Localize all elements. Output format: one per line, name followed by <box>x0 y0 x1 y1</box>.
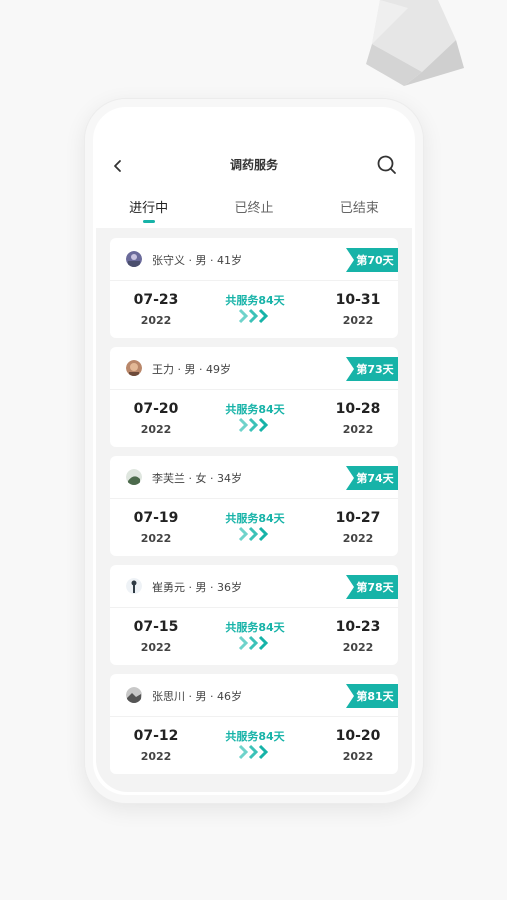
avatar <box>126 251 142 267</box>
service-list: 张守义 · 男 · 41岁 第70天 07-23 2022 共服务84天 10-… <box>96 228 412 792</box>
end-date: 10-23 <box>335 619 381 635</box>
end-year: 2022 <box>342 314 374 327</box>
avatar <box>126 687 142 703</box>
start-year: 2022 <box>140 423 172 436</box>
start-year: 2022 <box>140 641 172 654</box>
patient-info: 崔勇元 · 男 · 36岁 <box>152 581 242 594</box>
day-badge: 第70天 <box>346 248 398 272</box>
decorative-origami-shape <box>366 0 464 86</box>
start-date: 07-15 <box>133 619 179 635</box>
avatar <box>126 360 142 376</box>
triple-chevron-right-icon <box>238 308 269 324</box>
start-date: 07-19 <box>133 510 179 526</box>
start-year: 2022 <box>140 532 172 545</box>
divider <box>110 607 398 608</box>
day-badge: 第73天 <box>346 357 398 381</box>
search-icon <box>377 155 396 174</box>
service-duration: 共服务84天 <box>225 294 285 307</box>
patient-info: 王力 · 男 · 49岁 <box>152 363 231 376</box>
triple-chevron-right-icon <box>238 417 269 433</box>
divider <box>110 716 398 717</box>
page-title: 调药服务 <box>229 158 278 172</box>
avatar <box>126 578 142 594</box>
end-date: 10-27 <box>335 510 381 526</box>
service-duration: 共服务84天 <box>225 730 285 743</box>
patient-info: 张守义 · 男 · 41岁 <box>152 254 242 267</box>
start-year: 2022 <box>140 750 172 763</box>
tab-in-progress[interactable]: 进行中 <box>96 194 201 226</box>
triple-chevron-right-icon <box>238 526 269 542</box>
end-year: 2022 <box>342 423 374 436</box>
end-year: 2022 <box>342 750 374 763</box>
end-date: 10-31 <box>335 292 381 308</box>
end-date: 10-28 <box>335 401 381 417</box>
service-card[interactable]: 崔勇元 · 男 · 36岁 第78天 07-15 2022 共服务84天 10-… <box>110 565 398 665</box>
day-badge: 第74天 <box>346 466 398 490</box>
tab-finished[interactable]: 已结束 <box>307 194 412 226</box>
start-date: 07-20 <box>133 401 179 417</box>
day-badge: 第78天 <box>346 575 398 599</box>
service-duration: 共服务84天 <box>225 621 285 634</box>
app-screen: 调药服务 进行中 已终止 已结束 张守义 · 男 · 41岁 第70天 07-2… <box>96 110 412 792</box>
service-card[interactable]: 王力 · 男 · 49岁 第73天 07-20 2022 共服务84天 10-2… <box>110 347 398 447</box>
search-button[interactable] <box>374 152 400 178</box>
patient-info: 李芙兰 · 女 · 34岁 <box>152 472 242 485</box>
service-card[interactable]: 张守义 · 男 · 41岁 第70天 07-23 2022 共服务84天 10-… <box>110 238 398 338</box>
patient-info: 张思川 · 男 · 46岁 <box>152 690 242 703</box>
divider <box>110 389 398 390</box>
service-card[interactable]: 张思川 · 男 · 46岁 第81天 07-12 2022 共服务84天 10-… <box>110 674 398 774</box>
divider <box>110 280 398 281</box>
start-date: 07-12 <box>133 728 179 744</box>
service-duration: 共服务84天 <box>225 512 285 525</box>
start-year: 2022 <box>140 314 172 327</box>
triple-chevron-right-icon <box>238 635 269 651</box>
tab-terminated[interactable]: 已终止 <box>201 194 306 226</box>
end-year: 2022 <box>342 532 374 545</box>
status-tabs: 进行中 已终止 已结束 <box>96 194 412 226</box>
avatar <box>126 469 142 485</box>
start-date: 07-23 <box>133 292 179 308</box>
nav-header: 调药服务 <box>96 148 412 184</box>
service-card[interactable]: 李芙兰 · 女 · 34岁 第74天 07-19 2022 共服务84天 10-… <box>110 456 398 556</box>
end-date: 10-20 <box>335 728 381 744</box>
service-duration: 共服务84天 <box>225 403 285 416</box>
end-year: 2022 <box>342 641 374 654</box>
divider <box>110 498 398 499</box>
triple-chevron-right-icon <box>238 744 269 760</box>
day-badge: 第81天 <box>346 684 398 708</box>
